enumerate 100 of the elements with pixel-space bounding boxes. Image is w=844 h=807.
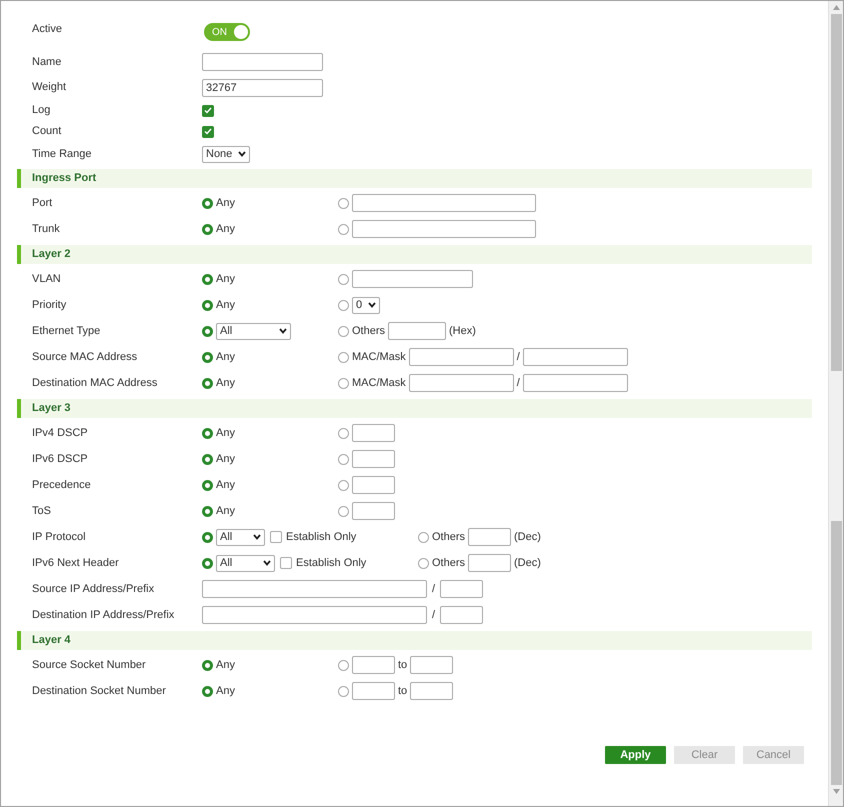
radio-button[interactable]: [338, 352, 349, 362]
radio-button[interactable]: [338, 326, 349, 336]
field-label: Destination IP Address/Prefix: [31, 608, 176, 623]
scrollbar-thumb[interactable]: [830, 14, 842, 371]
radio-button[interactable]: [202, 378, 213, 388]
radio-button[interactable]: [202, 326, 213, 336]
option-label: Any: [216, 452, 235, 467]
radio-button[interactable]: [202, 558, 213, 568]
dropdown[interactable]: All: [216, 322, 291, 340]
scroll-down-icon[interactable]: [832, 789, 840, 794]
radio-button[interactable]: [202, 300, 213, 310]
checkbox-label: Establish Only: [286, 530, 356, 545]
option-label: Others: [432, 556, 466, 571]
option-label: /: [432, 608, 436, 623]
radio-button[interactable]: [418, 532, 429, 542]
option-label: Any: [216, 376, 235, 391]
input-field[interactable]: [352, 476, 395, 494]
option-label: Others: [432, 530, 466, 545]
radio-button[interactable]: [338, 506, 349, 516]
radio-button[interactable]: [202, 686, 213, 696]
option-label: to: [398, 684, 408, 699]
input-field[interactable]: [440, 580, 484, 598]
radio-button[interactable]: [338, 480, 349, 490]
field-label: Trunk: [31, 222, 61, 237]
input-field[interactable]: [352, 502, 395, 520]
field-label: Port: [31, 196, 54, 211]
radio-button[interactable]: [338, 660, 349, 670]
input-field[interactable]: [408, 374, 514, 392]
radio-button[interactable]: [202, 352, 213, 362]
radio-button[interactable]: [338, 454, 349, 464]
option-label: /: [432, 582, 436, 597]
input-field[interactable]: [352, 424, 395, 442]
radio-button[interactable]: [202, 506, 213, 516]
option-label: /: [516, 376, 520, 391]
input-field[interactable]: [410, 656, 454, 674]
radio-button[interactable]: [338, 428, 349, 438]
input-field[interactable]: [388, 322, 446, 340]
input-field[interactable]: [440, 606, 484, 624]
radio-button[interactable]: [338, 378, 349, 388]
input-field[interactable]: [352, 450, 395, 468]
checkbox[interactable]: [280, 557, 292, 569]
input-field[interactable]: [410, 682, 454, 700]
option-label: Any: [216, 504, 235, 519]
radio-button[interactable]: [338, 198, 349, 208]
input-field[interactable]: [352, 220, 536, 238]
checkbox[interactable]: [202, 104, 214, 116]
radio-button[interactable]: [202, 198, 213, 208]
dropdown[interactable]: 0: [352, 296, 380, 314]
field-label: Destination MAC Address: [31, 376, 158, 391]
section-header: Layer 2: [17, 245, 812, 264]
input-field[interactable]: [468, 528, 512, 546]
input-field[interactable]: 32767: [202, 78, 323, 96]
checkbox[interactable]: [202, 126, 214, 138]
field-label: Count: [31, 124, 62, 140]
section-header: Ingress Port: [17, 169, 812, 188]
radio-button[interactable]: [202, 274, 213, 284]
radio-button[interactable]: [202, 224, 213, 234]
radio-button[interactable]: [202, 480, 213, 490]
field-label: Active: [31, 22, 63, 37]
input-field[interactable]: [202, 53, 323, 71]
radio-button[interactable]: [202, 660, 213, 670]
scrollbar-thumb[interactable]: [830, 521, 842, 785]
input-field[interactable]: [202, 580, 427, 598]
field-label: Source MAC Address: [31, 350, 138, 365]
input-field[interactable]: [352, 656, 395, 674]
field-label: VLAN: [31, 272, 62, 287]
dropdown[interactable]: All: [216, 528, 265, 546]
button[interactable]: Apply: [605, 746, 666, 764]
radio-button[interactable]: [338, 300, 349, 310]
option-label: to: [398, 658, 408, 673]
dropdown[interactable]: All: [216, 554, 275, 572]
option-label: Others: [352, 324, 386, 339]
input-field[interactable]: [522, 374, 628, 392]
input-field[interactable]: [352, 194, 536, 212]
input-field[interactable]: [352, 270, 473, 288]
input-field[interactable]: [522, 348, 628, 366]
field-label: IPv6 Next Header: [31, 556, 120, 571]
radio-button[interactable]: [338, 274, 349, 284]
radio-button[interactable]: [202, 454, 213, 464]
option-label: /: [516, 350, 520, 365]
radio-button[interactable]: [338, 686, 349, 696]
field-label: Precedence: [31, 478, 92, 493]
radio-button[interactable]: [338, 224, 349, 234]
checkbox[interactable]: [270, 531, 282, 543]
input-field[interactable]: [468, 554, 512, 572]
input-field[interactable]: [202, 606, 427, 624]
radio-button[interactable]: [202, 428, 213, 438]
dropdown[interactable]: None: [202, 146, 250, 162]
section-header: Layer 4: [17, 631, 812, 650]
radio-button[interactable]: [202, 532, 213, 542]
input-field[interactable]: [408, 348, 514, 366]
field-label: IP Protocol: [31, 530, 87, 545]
radio-button[interactable]: [418, 558, 429, 568]
field-label: Ethernet Type: [31, 324, 102, 339]
scroll-up-icon[interactable]: [832, 5, 840, 10]
option-label: MAC/Mask: [352, 376, 406, 391]
field-label: Source Socket Number: [31, 658, 147, 673]
scrollbar[interactable]: [828, 1, 843, 806]
input-field[interactable]: [352, 682, 395, 700]
option-label: Any: [216, 272, 235, 287]
